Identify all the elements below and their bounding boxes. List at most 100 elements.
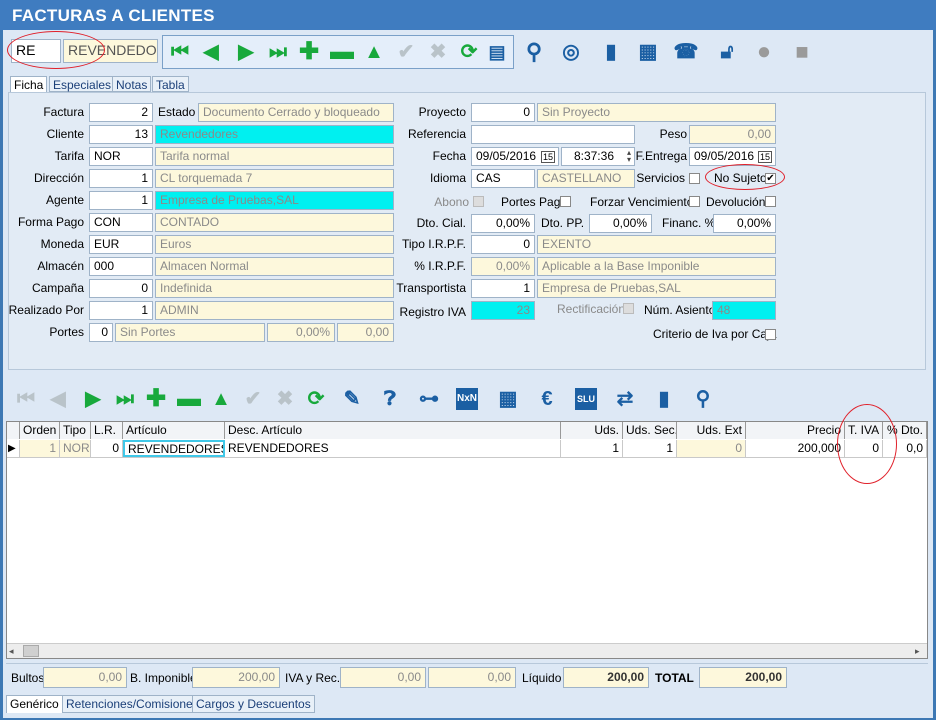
cliente-name-field[interactable]: Revendedores [155, 125, 394, 144]
tarifa-name-field[interactable]: Tarifa normal [155, 147, 394, 166]
irpf-tipo-field[interactable]: 0 [471, 235, 535, 254]
moneda-field[interactable]: EUR [89, 235, 153, 254]
cell-precio[interactable]: 200,000 [746, 440, 845, 457]
scrollbar-thumb[interactable] [23, 645, 39, 657]
cell-orden[interactable]: 1 [20, 440, 60, 457]
idioma-field[interactable]: CAS [471, 169, 535, 188]
signal-icon[interactable]: ◎ [560, 41, 582, 63]
agente-field[interactable]: 1 [89, 191, 153, 210]
confirm-icon[interactable]: ✔ [395, 41, 417, 63]
rectificacion-checkbox[interactable] [623, 303, 634, 314]
bimponible-field[interactable]: 200,00 [192, 667, 280, 688]
campana-name-field[interactable]: Indefinida [155, 279, 394, 298]
header-lr[interactable]: L.R. [91, 422, 123, 439]
proyecto-name-field[interactable]: Sin Proyecto [537, 103, 776, 122]
transportista-field[interactable]: 1 [471, 279, 535, 298]
cell-desc[interactable]: REVENDEDORES [225, 440, 561, 457]
add-icon[interactable]: ✚ [145, 387, 167, 411]
cell-uds-ext[interactable]: 0 [677, 440, 746, 457]
spin-icon[interactable]: ▴ ▾ [627, 149, 631, 164]
factura-field[interactable]: 2 [89, 103, 153, 122]
numasiento-field[interactable]: 48 [712, 301, 776, 320]
search-icon[interactable]: ⚲ [523, 41, 545, 63]
agente-name-field[interactable]: Empresa de Pruebas,SAL [155, 191, 394, 210]
phone-icon[interactable]: ☎ [674, 41, 699, 63]
currency-icon[interactable]: € [536, 388, 558, 410]
header-uds[interactable]: Uds. [561, 422, 623, 439]
header-uds-ext[interactable]: Uds. Ext [677, 422, 746, 439]
servicios-checkbox[interactable] [689, 173, 700, 184]
dtopp-field[interactable]: 0,00% [589, 214, 652, 233]
refresh-icon[interactable]: ⟳ [305, 388, 327, 410]
tab-cargos[interactable]: Cargos y Descuentos [192, 695, 315, 713]
prev-icon[interactable]: ◀ [200, 41, 222, 63]
iva-field[interactable]: 0,00 [340, 667, 426, 688]
tree-icon[interactable]: ⊶ [418, 388, 440, 410]
financ-field[interactable]: 0,00% [713, 214, 776, 233]
header-uds-sec[interactable]: Uds. Sec. [623, 422, 677, 439]
tab-generico[interactable]: Genérico [6, 695, 63, 713]
tab-retenciones[interactable]: Retenciones/Comisiones [62, 695, 203, 713]
report-icon[interactable]: ▤ [486, 41, 508, 63]
irpf-pct-name-field[interactable]: Aplicable a la Base Imponible [537, 257, 776, 276]
door-icon[interactable]: ▮ [653, 388, 675, 410]
formapago-name-field[interactable]: CONTADO [155, 213, 394, 232]
fentrega-field[interactable]: 09/05/2016 15 [689, 147, 776, 166]
calculator-icon[interactable]: ▦ [497, 388, 519, 410]
cancel-icon[interactable]: ✖ [427, 41, 449, 63]
copy-icon[interactable]: ■ [791, 41, 813, 63]
unlock-icon[interactable]: 🔓︎ [716, 41, 738, 63]
first-icon[interactable]: ⏮ [169, 41, 191, 63]
tab-tabla[interactable]: Tabla [152, 76, 189, 92]
scroll-left-icon[interactable]: ◂ [9, 646, 14, 657]
rec-field[interactable]: 0,00 [428, 667, 516, 688]
prev-icon[interactable]: ◀ [47, 388, 69, 410]
calendar-icon[interactable]: 15 [757, 151, 772, 163]
refresh-icon[interactable]: ⟳ [458, 41, 480, 63]
fecha-field[interactable]: 09/05/2016 15 [471, 147, 559, 166]
devolucion-checkbox[interactable] [765, 196, 776, 207]
cell-uds-sec[interactable]: 1 [623, 440, 677, 457]
last-icon[interactable]: ⏭ [114, 388, 136, 410]
zoom-icon[interactable]: ⚲ [692, 388, 714, 410]
formapago-field[interactable]: CON [89, 213, 153, 232]
horizontal-scrollbar[interactable]: ◂ ▸ [7, 643, 927, 658]
slu-icon[interactable]: SLU [575, 388, 597, 410]
cell-uds[interactable]: 1 [561, 440, 623, 457]
help-icon[interactable]: ❓︎ [379, 388, 401, 410]
direccion-field[interactable]: 1 [89, 169, 153, 188]
realizado-name-field[interactable]: ADMIN [155, 301, 394, 320]
portes-val-field[interactable]: 0,00 [337, 323, 394, 342]
edit-icon[interactable]: ✎ [341, 388, 363, 410]
liquido-field[interactable]: 200,00 [563, 667, 649, 688]
irpf-tipo-name-field[interactable]: EXENTO [537, 235, 776, 254]
table-row[interactable]: ▶ 1 NOR 0 REVENDEDORES REVENDEDORES 1 1 … [7, 440, 927, 458]
header-desc[interactable]: Desc. Artículo [225, 422, 561, 439]
delete-icon[interactable]: ▬ [177, 387, 201, 411]
tab-especiales[interactable]: Especiales [49, 76, 116, 92]
idioma-name-field[interactable]: CASTELLANO [537, 169, 635, 188]
circle-icon[interactable]: ● [753, 40, 775, 64]
almacen-name-field[interactable]: Almacen Normal [155, 257, 394, 276]
tarifa-field[interactable]: NOR [89, 147, 153, 166]
tab-ficha[interactable]: Ficha [10, 76, 48, 93]
print-icon[interactable]: ▦ [637, 41, 659, 63]
proyecto-field[interactable]: 0 [471, 103, 535, 122]
bultos-field[interactable]: 0,00 [43, 667, 127, 688]
delete-icon[interactable]: ▬ [330, 40, 354, 64]
calendar-icon[interactable]: 15 [540, 151, 555, 163]
peso-field[interactable]: 0,00 [689, 125, 776, 144]
exit-icon[interactable]: ▮ [600, 41, 622, 63]
up-icon[interactable]: ▲ [210, 388, 232, 410]
total-field[interactable]: 200,00 [699, 667, 787, 688]
tab-notas[interactable]: Notas [112, 76, 152, 92]
portes-name-field[interactable]: Sin Portes [115, 323, 265, 342]
cell-lr[interactable]: 0 [91, 440, 123, 457]
scroll-right-icon[interactable]: ▸ [915, 646, 920, 657]
up-icon[interactable]: ▲ [363, 41, 385, 63]
direccion-name-field[interactable]: CL torquemada 7 [155, 169, 394, 188]
portes-field[interactable]: 0 [89, 323, 113, 342]
hora-field[interactable]: 8:37:36 ▴ ▾ [561, 147, 635, 166]
criterio-checkbox[interactable] [765, 329, 776, 340]
cell-articulo[interactable]: REVENDEDORES [123, 440, 225, 457]
